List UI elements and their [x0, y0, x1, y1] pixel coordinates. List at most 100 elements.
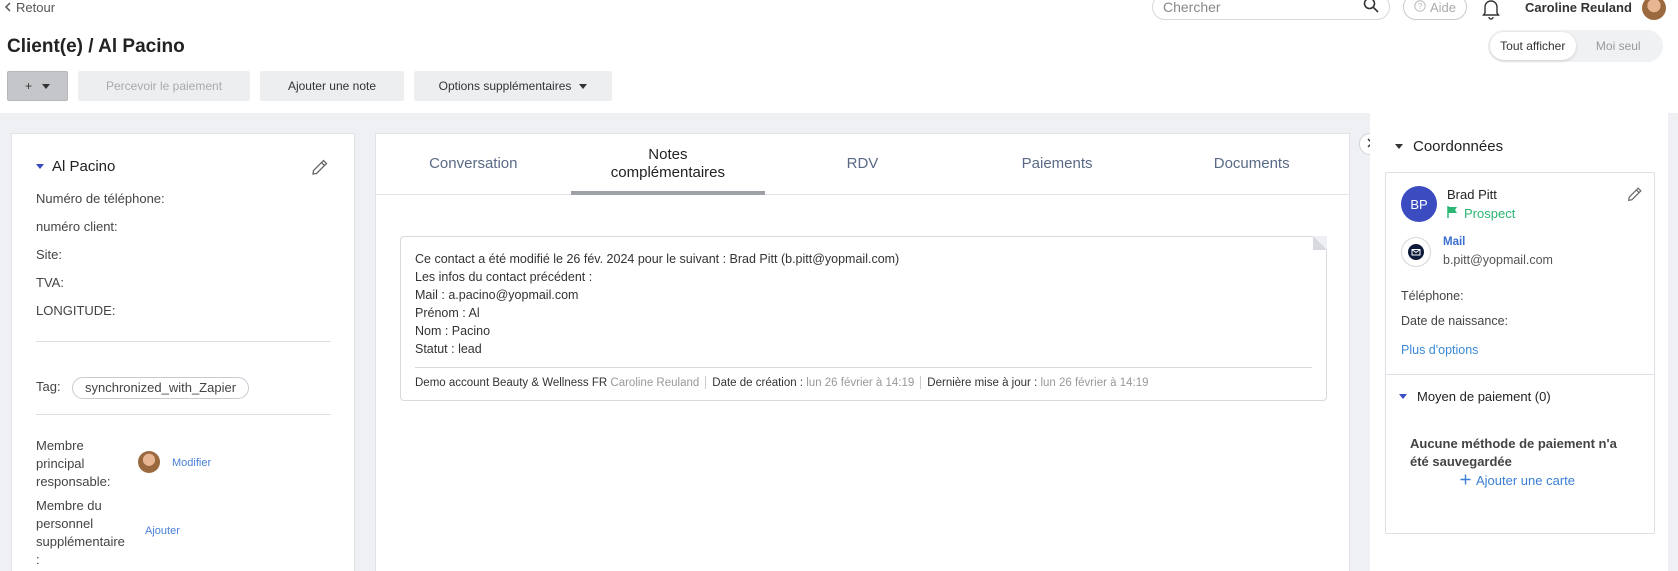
tab-payments[interactable]: Paiements: [960, 134, 1155, 194]
contact-status: Prospect: [1447, 206, 1515, 221]
add-note-button[interactable]: Ajouter une note: [260, 71, 404, 101]
edit-pencil-icon[interactable]: [310, 157, 330, 177]
chevron-left-icon: [4, 0, 12, 15]
note-author: Caroline Reuland: [610, 376, 700, 389]
more-options-link[interactable]: Plus d'options: [1401, 343, 1478, 357]
main-content-card: Conversation Notes complémentaires RDV P…: [375, 133, 1350, 571]
note-card[interactable]: Ce contact a été modifié le 26 fév. 2024…: [400, 236, 1327, 401]
note-account: Demo account Beauty & Wellness FR: [415, 376, 608, 389]
divider: [1386, 374, 1654, 375]
divider: [36, 341, 331, 342]
bell-icon[interactable]: [1480, 0, 1502, 20]
add-dropdown-button[interactable]: +: [7, 71, 68, 101]
modify-member-link[interactable]: Modifier: [172, 457, 211, 469]
add-card-link[interactable]: Ajouter une carte: [1460, 473, 1575, 488]
add-card-label: Ajouter une carte: [1476, 473, 1576, 488]
more-options-label: Options supplémentaires: [438, 79, 572, 93]
tag-chip[interactable]: synchronized_with_Zapier: [72, 377, 250, 399]
help-button[interactable]: ? Aide: [1403, 0, 1467, 20]
note-line: Ce contact a été modifié le 26 fév. 2024…: [415, 252, 900, 266]
main-member-label: Membre principal responsable:: [36, 437, 110, 491]
birthdate-label: Date de naissance:: [1401, 314, 1509, 328]
note-meta: Demo account Beauty & Wellness FR Caroli…: [415, 376, 1148, 389]
mail-icon[interactable]: [1401, 237, 1431, 267]
plus-icon: [1460, 473, 1471, 488]
svg-text:?: ?: [1418, 2, 1423, 11]
contact-panel: Coordonnées BP Brad Pitt Prospect Mail b…: [1370, 113, 1668, 571]
user-name[interactable]: Caroline Reuland: [1525, 0, 1632, 15]
label-line: responsable:: [36, 474, 111, 489]
contact-avatar: BP: [1401, 186, 1437, 222]
collapse-triangle-icon: [1395, 144, 1403, 149]
collapse-triangle-icon[interactable]: [36, 164, 44, 169]
tab-notes[interactable]: Notes complémentaires: [570, 134, 766, 195]
tab-conversation[interactable]: Conversation: [376, 134, 571, 194]
note-line: Mail : a.pacino@yopmail.com: [415, 288, 579, 302]
created-label: Date de création :: [712, 376, 804, 389]
more-options-button[interactable]: Options supplémentaires: [414, 71, 612, 101]
mail-value[interactable]: b.pitt@yopmail.com: [1443, 253, 1553, 267]
label-line: Membre: [36, 438, 84, 453]
note-line: Les infos du contact précédent :: [415, 270, 593, 284]
view-toggle[interactable]: Tout afficher Moi seul: [1488, 30, 1663, 62]
divider: [36, 414, 331, 415]
label-line: principal: [36, 456, 85, 471]
edit-pencil-icon[interactable]: [1626, 185, 1646, 205]
field-phone: Numéro de téléphone:: [36, 191, 165, 206]
payment-method-header[interactable]: Moyen de paiement (0): [1399, 389, 1551, 404]
field-site: Site:: [36, 247, 63, 262]
search-box[interactable]: [1152, 0, 1390, 20]
contact-card: BP Brad Pitt Prospect Mail b.pitt@yopmai…: [1385, 172, 1655, 534]
search-input[interactable]: [1163, 0, 1363, 15]
main-member-avatar: [138, 451, 160, 473]
payment-empty-text: Aucune méthode de paiement n'a été sauve…: [1410, 436, 1617, 469]
note-body: Ce contact a été modifié le 26 fév. 2024…: [415, 250, 899, 358]
label-line: supplémentaire: [36, 534, 125, 549]
page-title: Client(e) / Al Pacino: [7, 36, 185, 57]
contact-section-title: Coordonnées: [1413, 138, 1504, 155]
note-line: Prénom : Al: [415, 306, 480, 320]
back-label: Retour: [16, 0, 56, 15]
client-info-card: Al Pacino Numéro de téléphone: numéro cl…: [11, 133, 355, 571]
note-line: Nom : Pacino: [415, 324, 491, 338]
top-bar: Retour Client(e) / Al Pacino ? Aide Caro…: [0, 0, 1678, 113]
toggle-show-all[interactable]: Tout afficher: [1490, 32, 1576, 60]
collect-payment-button[interactable]: Percevoir le paiement: [78, 71, 250, 101]
user-avatar[interactable]: [1642, 0, 1666, 20]
field-vat: TVA:: [36, 275, 64, 290]
field-client-number: numéro client:: [36, 219, 118, 234]
meta-separator: [705, 376, 707, 389]
toggle-only-me[interactable]: Moi seul: [1576, 32, 1662, 60]
extra-staff-label: Membre du personnel supplémentaire :: [36, 497, 125, 569]
label-line: :: [36, 552, 40, 567]
label-line: Membre du: [36, 498, 102, 513]
updated-value: lun 26 février à 14:19: [1040, 376, 1149, 389]
phone-label: Téléphone:: [1401, 289, 1464, 303]
question-icon: ?: [1414, 0, 1426, 15]
add-staff-link[interactable]: Ajouter: [145, 525, 180, 537]
help-label: Aide: [1429, 0, 1457, 15]
tab-documents[interactable]: Documents: [1154, 134, 1349, 194]
field-longitude: LONGITUDE:: [36, 303, 116, 318]
client-name: Al Pacino: [52, 158, 116, 175]
created-value: lun 26 février à 14:19: [806, 376, 915, 389]
contact-section-header[interactable]: Coordonnées: [1395, 138, 1503, 155]
note-line: Statut : lead: [415, 342, 482, 356]
meta-separator: [920, 376, 922, 389]
action-toolbar: + Percevoir le paiement Ajouter une note…: [7, 71, 612, 101]
client-header[interactable]: Al Pacino: [36, 158, 115, 175]
label-line: personnel: [36, 516, 94, 531]
back-link[interactable]: Retour: [4, 0, 55, 15]
tag-label: Tag:: [36, 379, 61, 394]
contact-name: Brad Pitt: [1447, 187, 1497, 202]
collapse-triangle-icon: [1399, 394, 1407, 399]
search-icon[interactable]: [1363, 0, 1379, 18]
mail-label: Mail: [1443, 236, 1466, 248]
tab-bar: Conversation Notes complémentaires RDV P…: [376, 134, 1349, 195]
tab-appointments[interactable]: RDV: [765, 134, 960, 194]
plus-label: +: [24, 79, 32, 93]
caret-down-icon: [579, 83, 588, 89]
caret-down-icon: [42, 83, 50, 89]
flag-icon: [1447, 206, 1458, 221]
tab-notes-label: Notes complémentaires: [610, 146, 725, 181]
